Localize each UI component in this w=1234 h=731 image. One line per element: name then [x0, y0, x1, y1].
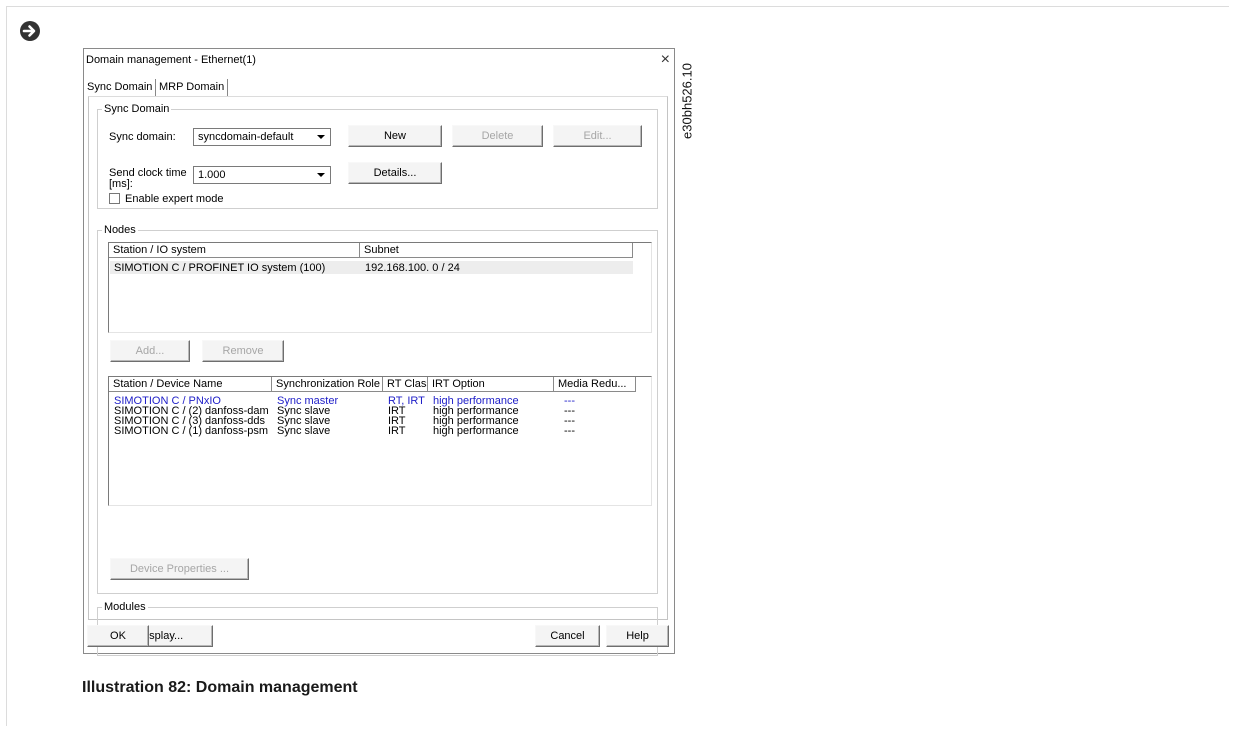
device-row-name[interactable]: SIMOTION C / (1) danfoss-psm	[114, 426, 268, 437]
tab-panel-sync-domain: Sync Domain Sync domain: syncdomain-defa…	[88, 96, 668, 656]
sync-domain-select[interactable]: syncdomain-default	[193, 128, 331, 146]
help-button[interactable]: Help	[606, 625, 669, 647]
device-properties-button[interactable]: Device Properties ...	[110, 558, 249, 580]
dialog-titlebar: Domain management - Ethernet(1) ×	[84, 49, 674, 73]
send-clock-time-value: 1.000	[198, 169, 226, 181]
device-list[interactable]: Station / Device Name Synchronization Ro…	[108, 376, 652, 506]
remove-button[interactable]: Remove	[202, 340, 284, 362]
figure-id-label: e30bh526.10	[676, 48, 698, 153]
column-station-device-name[interactable]: Station / Device Name	[109, 377, 272, 392]
send-clock-time-select[interactable]: 1.000	[193, 166, 331, 184]
ok-button[interactable]: OK	[87, 625, 149, 647]
delete-button[interactable]: Delete	[452, 125, 543, 147]
sync-domain-group-title: Sync Domain	[104, 103, 170, 115]
domain-management-dialog: Domain management - Ethernet(1) × Sync D…	[83, 48, 675, 656]
close-icon[interactable]: ×	[661, 51, 670, 69]
edit-button[interactable]: Edit...	[553, 125, 642, 147]
device-list-header: Station / Device Name Synchronization Ro…	[109, 377, 651, 393]
dialog-title: Domain management - Ethernet(1)	[86, 54, 256, 66]
tab-sync-domain[interactable]: Sync Domain	[84, 79, 157, 96]
send-clock-time-unit: [ms]:	[109, 178, 133, 190]
column-station-io-system[interactable]: Station / IO system	[109, 243, 360, 258]
add-button[interactable]: Add...	[110, 340, 190, 362]
figure-id-text: e30bh526.10	[679, 62, 695, 139]
cancel-button[interactable]: Cancel	[535, 625, 600, 647]
column-rt-class[interactable]: RT Class	[383, 377, 428, 392]
io-row-subnet: 192.168.100. 0 / 24	[365, 262, 460, 274]
chevron-down-icon	[317, 135, 325, 139]
modules-group-title: Modules	[104, 601, 146, 613]
enable-expert-mode-label: Enable expert mode	[125, 193, 224, 205]
figure-caption: Illustration 82: Domain management	[82, 679, 358, 696]
io-row-station: SIMOTION C / PROFINET IO system (100)	[114, 262, 326, 274]
details-button[interactable]: Details...	[348, 162, 442, 184]
device-row-rt-class: IRT	[388, 425, 406, 437]
io-system-list-header: Station / IO system Subnet	[109, 243, 651, 259]
device-row-media: ---	[564, 425, 575, 437]
sync-domain-label: Sync domain:	[109, 131, 176, 143]
tab-mrp-domain[interactable]: MRP Domain	[156, 79, 229, 96]
column-subnet[interactable]: Subnet	[360, 243, 633, 258]
device-row-role: Sync slave	[277, 425, 331, 437]
enable-expert-mode-checkbox[interactable]	[109, 193, 120, 204]
column-irt-option[interactable]: IRT Option	[428, 377, 554, 392]
io-system-list[interactable]: Station / IO system Subnet SIMOTION C / …	[108, 242, 652, 333]
sync-domain-value: syncdomain-default	[198, 131, 294, 143]
new-button[interactable]: New	[348, 125, 442, 147]
column-synchronization-role[interactable]: Synchronization Role	[272, 377, 383, 392]
chevron-down-icon	[317, 173, 325, 177]
nodes-group-title: Nodes	[104, 224, 136, 236]
arrow-circle-right-icon	[20, 21, 40, 41]
device-row-irt-option: high performance	[433, 425, 519, 437]
column-media-redundancy[interactable]: Media Redu...	[554, 377, 636, 392]
